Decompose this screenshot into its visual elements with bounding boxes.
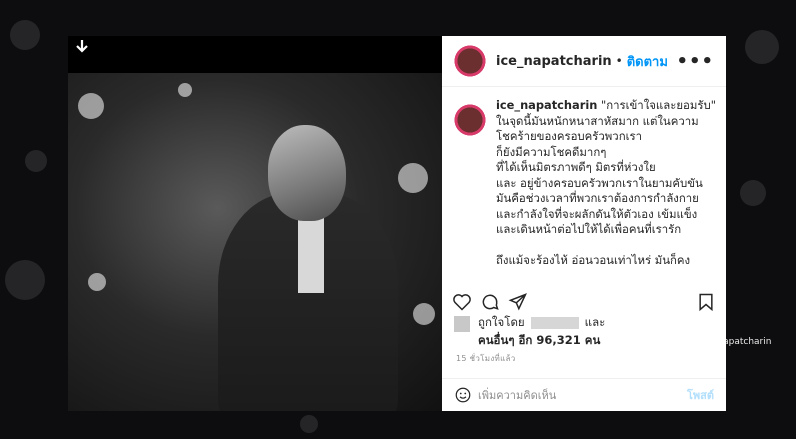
bokeh-light [5, 260, 45, 300]
comment-input[interactable]: เพิ่มความคิดเห็น [478, 386, 556, 404]
share-icon[interactable] [508, 292, 528, 312]
caption-username[interactable]: ice_napatcharin [496, 98, 597, 112]
bokeh-light [10, 20, 40, 50]
post-time: 15 ชั่วโมงที่แล้ว [456, 354, 516, 363]
likes-count[interactable]: คนอื่นๆ อีก 96,321 คน [478, 333, 600, 347]
bokeh-light [740, 180, 766, 206]
stage-light [88, 273, 106, 291]
stage-light [398, 163, 428, 193]
comment-icon[interactable] [480, 292, 500, 312]
action-bar [452, 290, 716, 314]
post-photo [68, 36, 442, 411]
more-options-icon[interactable]: ••• [676, 51, 714, 72]
stage-light [78, 93, 104, 119]
avatar[interactable] [454, 45, 486, 77]
liker-avatar [454, 316, 470, 332]
bokeh-light [300, 415, 318, 433]
photo-credit: ขอบคุณภาพ IG ice_napatcharin [636, 337, 772, 347]
stage-light [413, 303, 435, 325]
instagram-post: ice_napatcharin • ติดตาม ••• ice_napatch… [68, 36, 726, 411]
caption-text: "การเข้าใจและยอมรับ" ในจุดนี้มันหนักหนาส… [496, 98, 716, 267]
heart-icon[interactable] [452, 292, 472, 312]
likes-text: ถูกใจโดย และ คนอื่นๆ อีก 96,321 คน [478, 314, 605, 350]
stage-light [178, 83, 192, 97]
liked-by-label: ถูกใจโดย [478, 315, 525, 329]
post-header: ice_napatcharin • ติดตาม ••• [442, 36, 726, 87]
follow-button[interactable]: ติดตาม [627, 51, 668, 72]
comment-bar: เพิ่มความคิดเห็น โพสต์ [442, 378, 726, 411]
separator-dot: • [615, 54, 623, 68]
download-icon[interactable] [72, 38, 92, 58]
header-username[interactable]: ice_napatcharin [496, 54, 612, 69]
bokeh-light [25, 150, 47, 172]
photo-image [68, 73, 442, 411]
blurred-username [530, 316, 579, 329]
post-side-panel: ice_napatcharin • ติดตาม ••• ice_napatch… [442, 36, 726, 411]
smile-icon[interactable] [454, 386, 472, 404]
and-label: และ [584, 315, 606, 329]
bookmark-icon[interactable] [696, 292, 716, 312]
caption-avatar[interactable] [454, 104, 486, 136]
bokeh-light [745, 30, 779, 64]
post-comment-button[interactable]: โพสต์ [687, 386, 714, 404]
person-head [268, 125, 346, 221]
